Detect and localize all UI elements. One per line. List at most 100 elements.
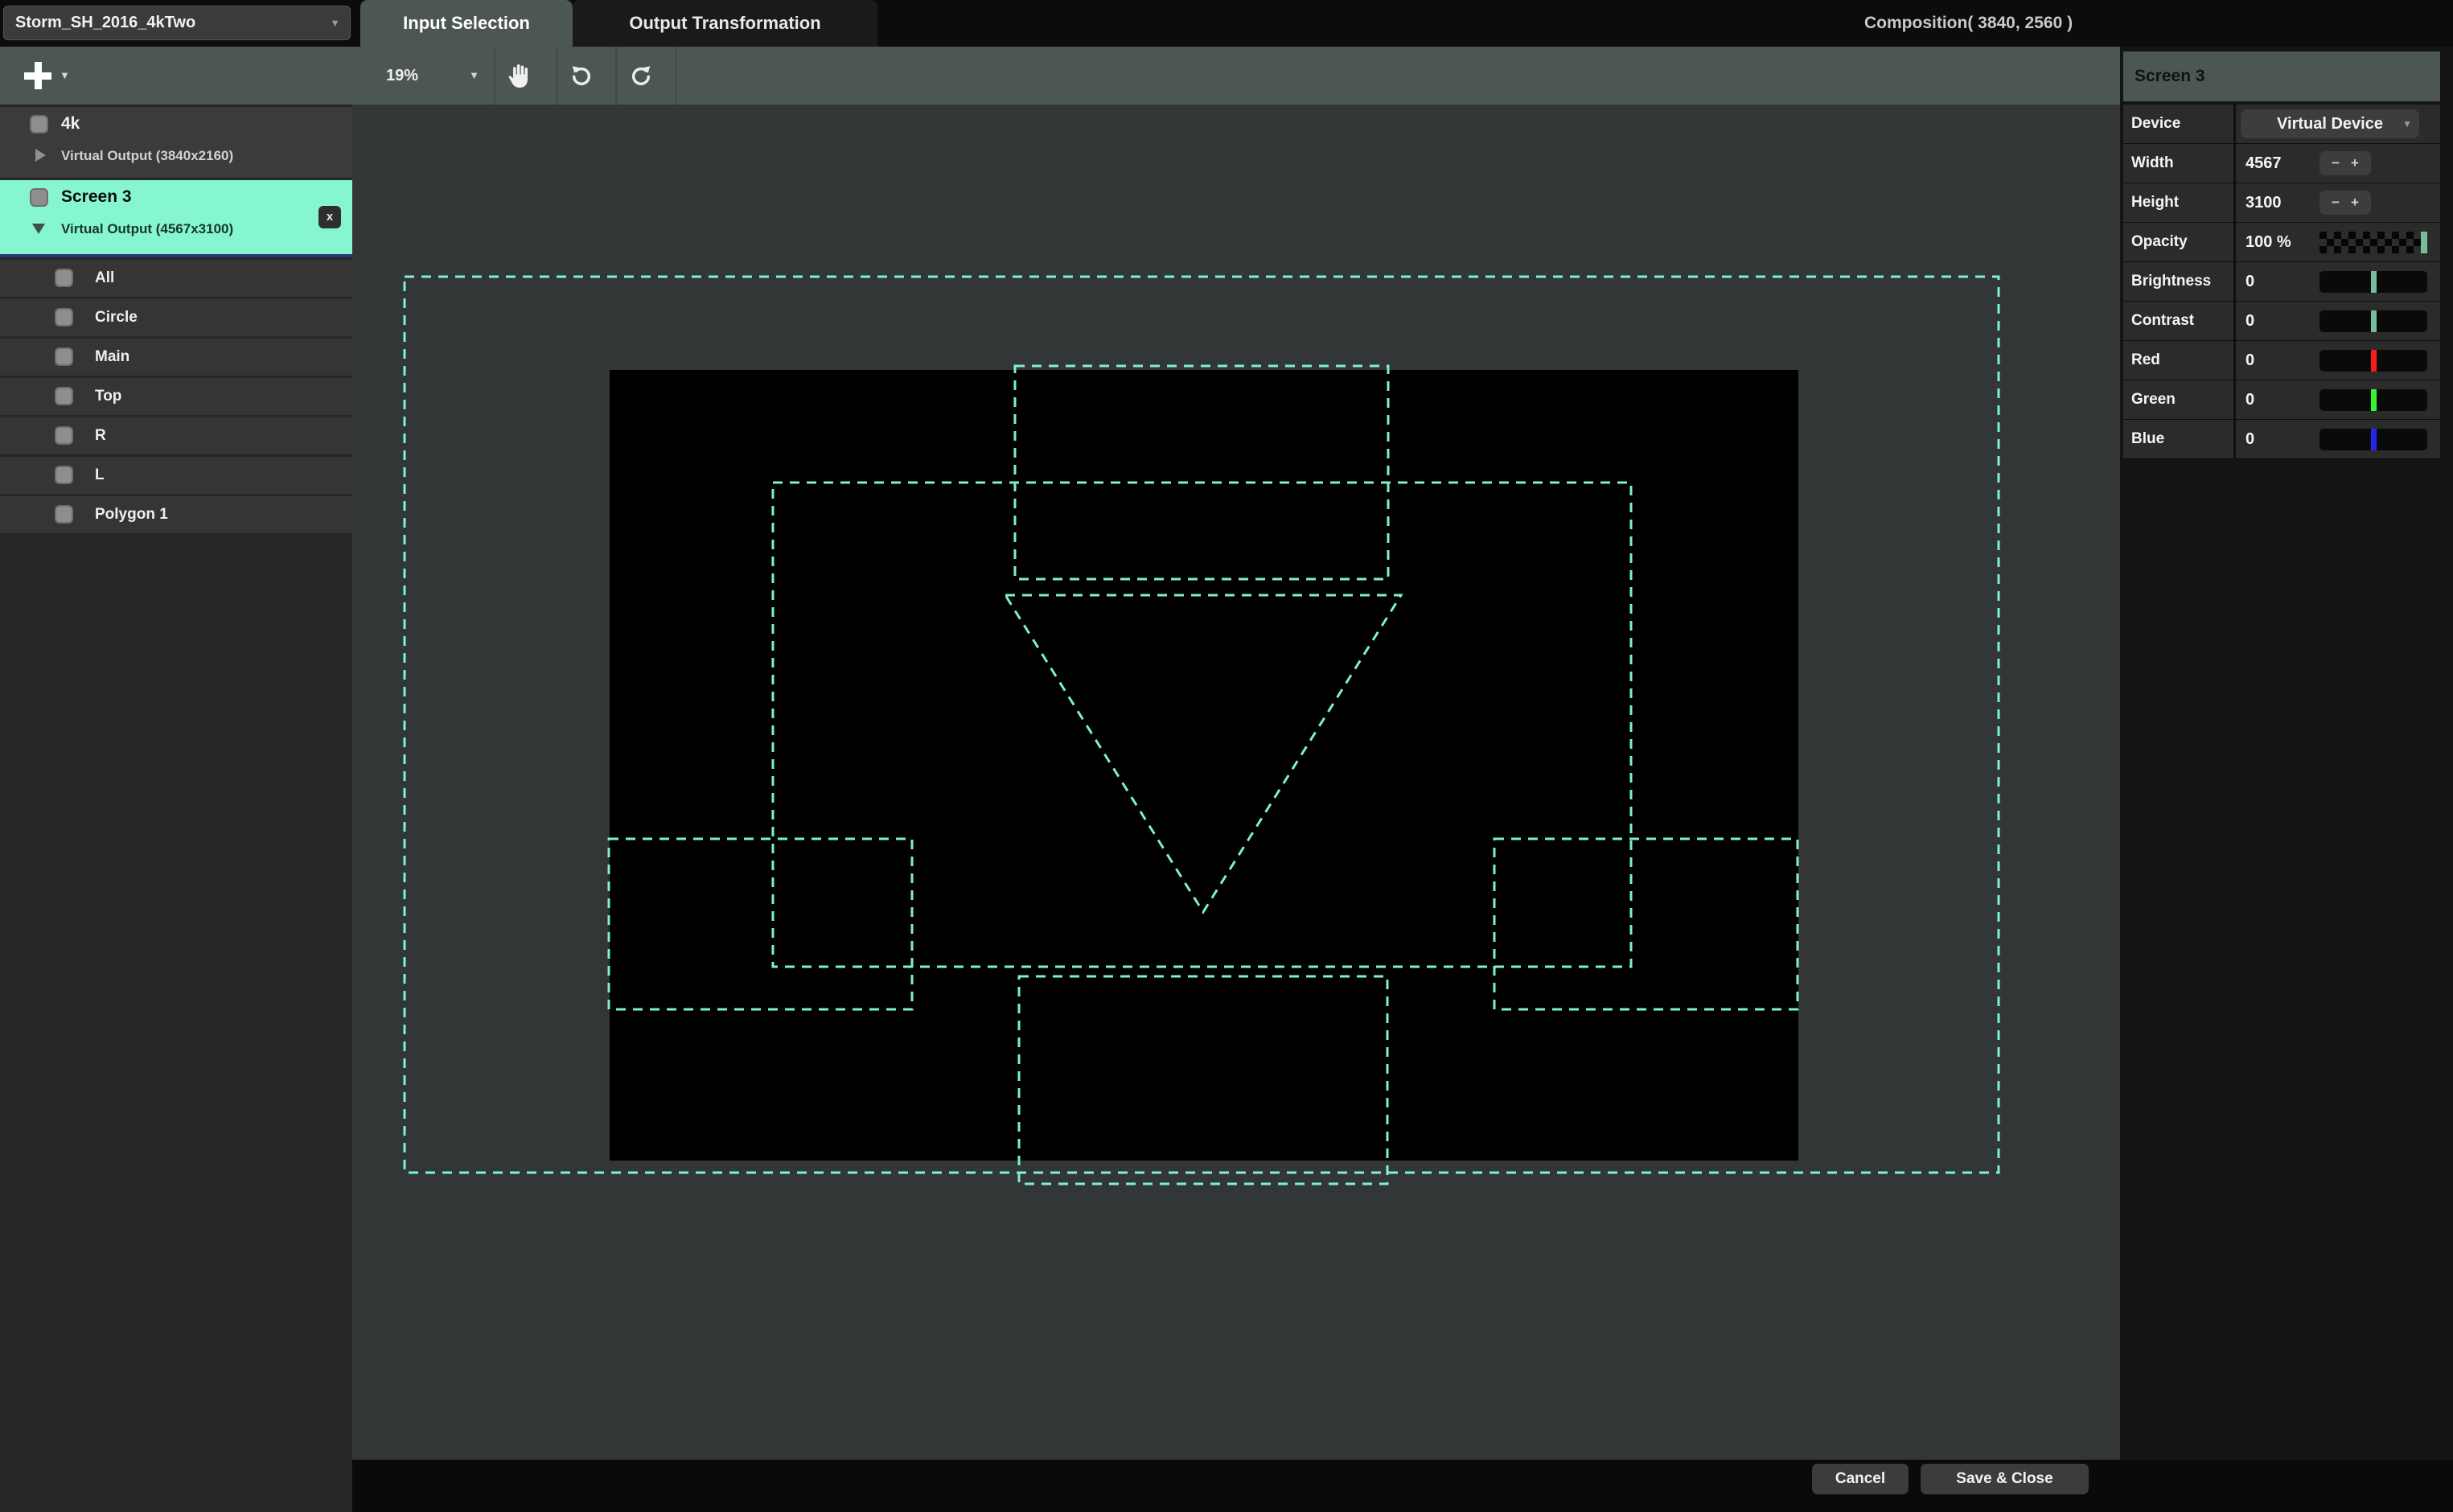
prop-row-device: Device Virtual Device ▼	[2123, 105, 2440, 144]
screen-list: 4k Virtual Output (3840x2160) Screen 3 V…	[0, 105, 352, 533]
project-dropdown[interactable]: Storm_SH_2016_4kTwo ▼	[3, 6, 351, 40]
sidebar-item-circle[interactable]: Circle	[0, 299, 352, 336]
zoom-level-value: 19%	[386, 47, 418, 105]
plus-button[interactable]: +	[2351, 155, 2359, 171]
width-stepper[interactable]: −+	[2319, 151, 2371, 175]
expanded-disclosure-icon[interactable]	[32, 224, 45, 234]
layer-label: All	[95, 260, 114, 297]
add-menu-chevron-down-icon[interactable]: ▼	[60, 69, 70, 81]
red-value: 0	[2246, 351, 2319, 370]
inspector-panel: Screen 3 DeviceVirtual Device▼Width4567−…	[2120, 47, 2453, 1460]
inspector-rows: DeviceVirtual Device▼Width4567−+Height31…	[2123, 105, 2440, 459]
prop-value: 4567−+	[2236, 144, 2440, 183]
inspector-title: Screen 3	[2123, 51, 2440, 101]
height-value: 3100	[2246, 194, 2319, 212]
rotate-ccw-button[interactable]	[557, 47, 606, 105]
width-value: 4567	[2246, 154, 2319, 173]
add-screen-button[interactable]	[23, 60, 53, 91]
device-dropdown[interactable]: Virtual Device ▼	[2241, 109, 2419, 138]
minus-button[interactable]: −	[2332, 195, 2340, 211]
zoom-level-dropdown[interactable]: 19% ▼	[364, 47, 494, 105]
prop-label: Red	[2123, 341, 2236, 380]
slider-handle[interactable]	[2421, 232, 2427, 253]
canvas-svg	[352, 105, 2120, 1460]
canvas-toolbar: 19% ▼	[352, 47, 2120, 105]
slider-handle[interactable]	[2371, 271, 2377, 293]
layer-label: L	[95, 457, 105, 494]
prop-label: Blue	[2123, 420, 2236, 458]
tab-input-selection[interactable]: Input Selection	[360, 0, 573, 47]
cancel-button[interactable]: Cancel	[1812, 1464, 1909, 1494]
contrast-slider[interactable]	[2319, 310, 2427, 332]
screen-name: 4k	[61, 114, 80, 134]
screen-item-4k[interactable]: 4k Virtual Output (3840x2160)	[0, 107, 352, 178]
contrast-value: 0	[2246, 312, 2319, 331]
prop-row-blue: Blue0	[2123, 420, 2440, 459]
prop-value: 100 %	[2236, 223, 2440, 261]
prop-value: 0	[2236, 262, 2440, 301]
plus-button[interactable]: +	[2351, 195, 2359, 211]
sidebar-add-bar: ▼	[0, 47, 352, 105]
prop-row-height: Height3100−+	[2123, 183, 2440, 223]
screen-name: Screen 3	[61, 187, 132, 207]
save-close-button[interactable]: Save & Close	[1921, 1464, 2089, 1494]
sidebar-item-l[interactable]: L	[0, 457, 352, 494]
sidebar-item-all[interactable]: All	[0, 260, 352, 297]
sidebar: ▼ 4k Virtual Output (3840x2160) Screen 3…	[0, 47, 352, 1512]
prop-value: 0	[2236, 302, 2440, 340]
sidebar-item-polygon-1[interactable]: Polygon 1	[0, 496, 352, 533]
slider-handle[interactable]	[2371, 389, 2377, 411]
layer-label: Polygon 1	[95, 496, 168, 533]
prop-row-brightness: Brightness0	[2123, 262, 2440, 302]
main-checkbox[interactable]	[55, 347, 73, 366]
prop-row-red: Red 0	[2123, 341, 2440, 380]
green-slider[interactable]	[2319, 389, 2427, 411]
slider-handle[interactable]	[2371, 350, 2377, 372]
pan-tool-button[interactable]	[495, 47, 544, 105]
circle-checkbox[interactable]	[55, 308, 73, 327]
screen-4k-checkbox[interactable]	[30, 115, 48, 134]
composition-area	[610, 370, 1798, 1161]
prop-label: Height	[2123, 183, 2236, 222]
close-screen-button[interactable]: x	[318, 206, 341, 228]
undo-rotate-ccw-icon	[569, 63, 594, 88]
l-checkbox[interactable]	[55, 466, 73, 484]
red-slider[interactable]	[2319, 350, 2427, 372]
layer-label: Main	[95, 339, 129, 376]
mapping-canvas[interactable]	[352, 105, 2120, 1460]
polygon-1-checkbox[interactable]	[55, 505, 73, 524]
virtual-output-label: Virtual Output (3840x2160)	[61, 148, 233, 164]
prop-value: 3100−+	[2236, 183, 2440, 222]
height-stepper[interactable]: −+	[2319, 191, 2371, 215]
redo-rotate-cw-icon	[628, 63, 654, 88]
slider-handle[interactable]	[2371, 429, 2377, 450]
r-checkbox[interactable]	[55, 426, 73, 445]
footer-bar: Cancel Save & Close	[352, 1460, 2453, 1512]
brightness-slider[interactable]	[2319, 271, 2427, 293]
minus-button[interactable]: −	[2332, 155, 2340, 171]
prop-row-green: Green0	[2123, 380, 2440, 420]
collapsed-disclosure-icon[interactable]	[35, 149, 46, 162]
dropdown-value: Virtual Device	[2277, 115, 2383, 133]
opacity-slider[interactable]	[2319, 232, 2427, 253]
sidebar-item-main[interactable]: Main	[0, 339, 352, 376]
screen-3-checkbox[interactable]	[30, 188, 48, 207]
prop-label: Device	[2123, 105, 2236, 143]
sidebar-item-top[interactable]: Top	[0, 378, 352, 415]
tab-output-transformation[interactable]: Output Transformation	[573, 0, 877, 47]
layer-label: Top	[95, 378, 121, 415]
prop-row-opacity: Opacity100 %	[2123, 223, 2440, 262]
rotate-cw-button[interactable]	[617, 47, 665, 105]
sidebar-item-r[interactable]: R	[0, 417, 352, 454]
slider-handle[interactable]	[2371, 310, 2377, 332]
chevron-down-icon: ▼	[2402, 109, 2412, 138]
all-checkbox[interactable]	[55, 269, 73, 287]
screen-item-screen-3[interactable]: Screen 3 Virtual Output (4567x3100) x	[0, 180, 352, 257]
top-checkbox[interactable]	[55, 387, 73, 405]
top-bar: Storm_SH_2016_4kTwo ▼ Input Selection Ou…	[0, 0, 2453, 47]
chevron-down-icon: ▼	[330, 6, 340, 39]
prop-value: Virtual Device ▼	[2236, 105, 2440, 143]
opacity-value: 100 %	[2246, 233, 2319, 252]
blue-slider[interactable]	[2319, 429, 2427, 450]
project-dropdown-label: Storm_SH_2016_4kTwo	[15, 14, 195, 31]
